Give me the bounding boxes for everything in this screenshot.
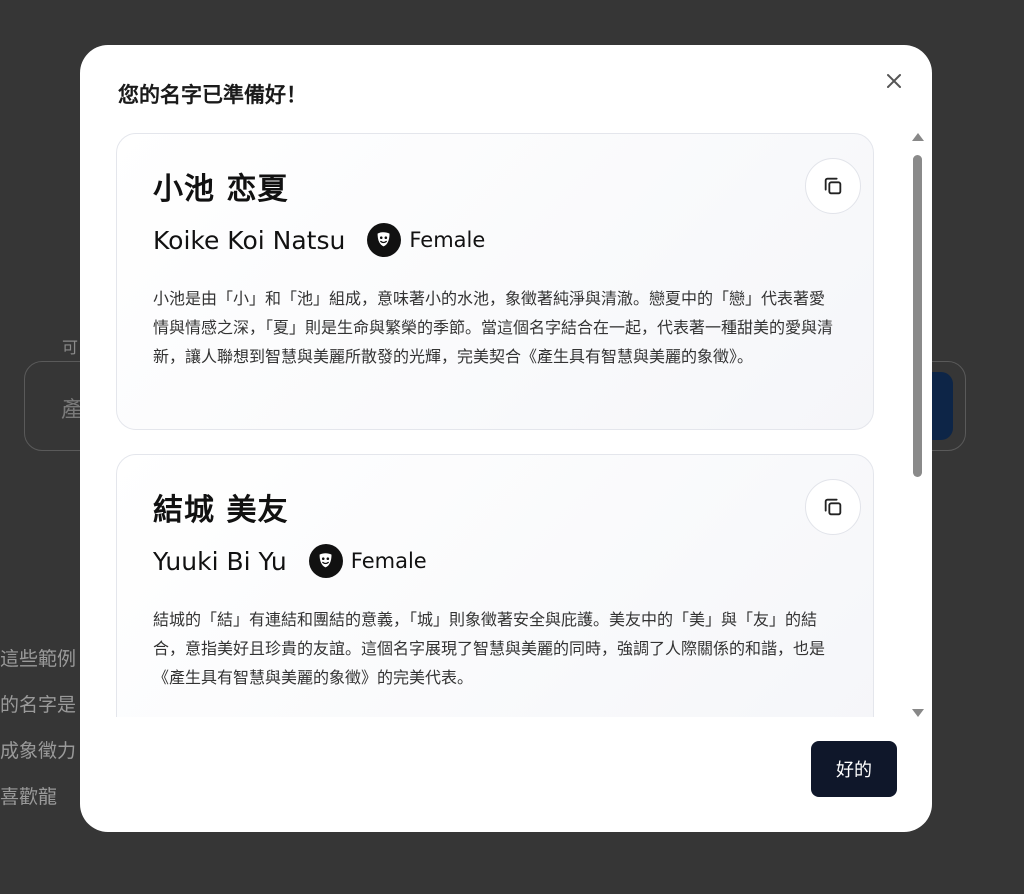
name-japanese: 小池 恋夏 [153,172,289,207]
name-card: 小池 恋夏 Koike Koi Natsu Female 小池是由「小」和「池」… [116,133,874,430]
background-line: 喜歡龍 [0,786,58,808]
name-description: 結城的「結」有連結和團結的意義，「城」則象徵著安全與庇護。美友中的「美」與「友」… [153,610,826,687]
theater-mask-icon [308,544,343,578]
names-result-dialog: 您的名字已準備好！ 小池 恋夏 Koike Koi Natsu Female 小… [80,45,932,832]
name-card: 結城 美友 Yuuki Bi Yu Female 結城的「結」有連結和團結的意義… [116,454,874,717]
name-romaji: Yuuki Bi Yu [153,546,287,576]
scroll-down-arrow-icon[interactable] [912,709,924,717]
copy-button[interactable] [805,158,861,214]
names-list[interactable]: 小池 恋夏 Koike Koi Natsu Female 小池是由「小」和「池」… [116,133,876,717]
copy-button[interactable] [805,479,861,535]
name-description: 小池是由「小」和「池」組成，意味著小的水池，象徵著純淨與清澈。戀夏中的「戀」代表… [153,289,834,366]
scroll-up-arrow-icon[interactable] [912,133,924,141]
background-line: 這些範例 [0,648,77,670]
background-line: 的名字是 [0,694,77,716]
gender-label: Female [409,228,486,252]
gender-badge: Female [308,544,427,578]
name-romaji: Koike Koi Natsu [153,225,346,255]
gender-label: Female [350,549,427,573]
background-text: 這些範例 的名字是 成象徵力 喜歡龍 [0,636,76,820]
scrollbar-thumb[interactable] [913,155,922,477]
dialog-title: 您的名字已準備好！ [118,83,307,107]
close-button[interactable] [882,69,906,93]
background-field-label: 可 [62,338,79,357]
close-icon [887,74,901,88]
gender-badge: Female [367,223,485,257]
name-japanese: 結城 美友 [153,493,289,528]
ok-button[interactable]: 好的 [811,741,897,797]
scrollbar[interactable] [910,133,926,717]
copy-icon [824,177,842,195]
copy-icon [824,498,842,516]
background-line: 成象徵力 [0,740,77,762]
theater-mask-icon [367,223,402,257]
